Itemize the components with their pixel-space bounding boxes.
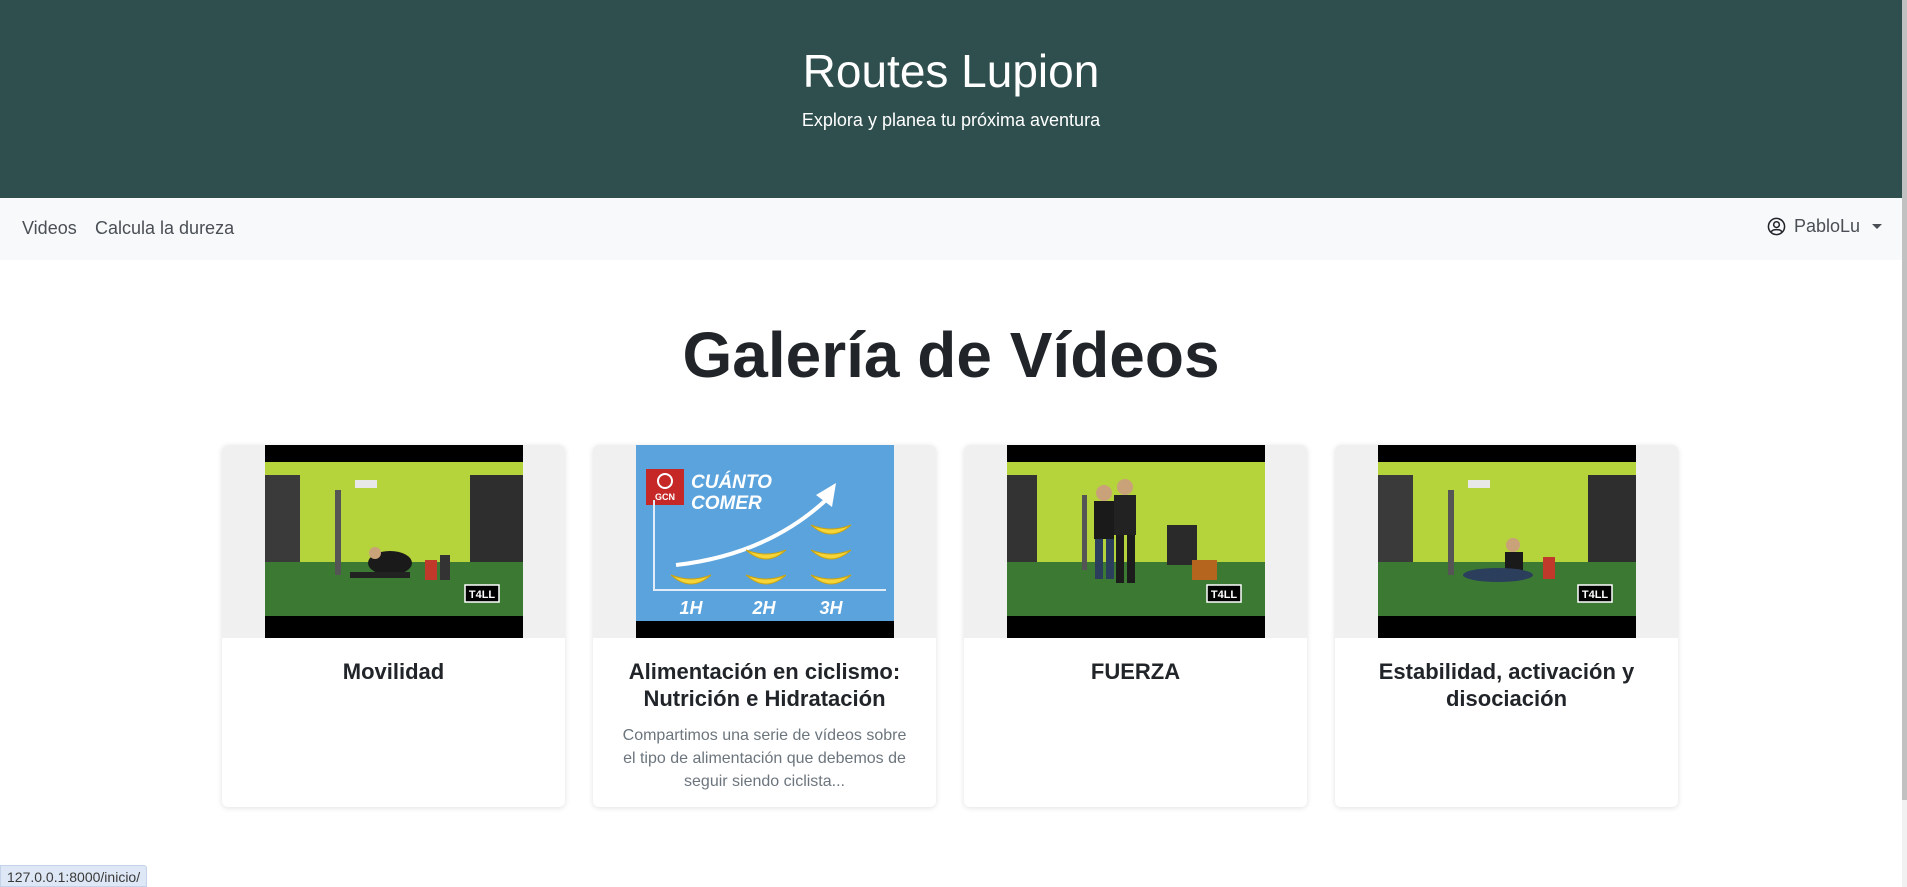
gym-stability-thumbnail: T4LL [1378,445,1636,638]
overlay-line1: CUÁNTO [691,471,772,493]
gallery-title: Galería de Vídeos [682,319,1220,391]
user-circle-icon [1767,217,1786,236]
card-title: Alimentación en ciclismo: Nutrición e Hi… [628,659,901,711]
card-title: FUERZA [1090,659,1181,684]
nav-link-calcula-dureza[interactable]: Calcula la dureza [95,218,234,239]
axis-label-1h: 1H [679,598,703,618]
thumbnail-badge: T4LL [1211,589,1238,601]
navbar: Videos Calcula la dureza PabloLu [0,198,1902,260]
video-thumbnail[interactable]: GCN CUÁNTO COMER 1H 2H 3H [636,445,894,638]
overlay-line2: COMER [691,493,762,514]
card-description: Compartimos una serie de vídeos sobre el… [622,727,907,790]
video-card-fuerza[interactable]: T4LL FUERZA [964,445,1307,807]
video-thumbnail[interactable]: T4LL [1378,445,1636,638]
video-card-estabilidad[interactable]: T4LL Estabilidad, activación y disociaci… [1335,445,1678,807]
video-thumbnail[interactable]: T4LL [1007,445,1265,638]
axis-label-3h: 3H [819,598,843,618]
hero-banner: Routes Lupion Explora y planea tu próxim… [0,0,1902,198]
thumbnail-container: T4LL [964,445,1307,638]
site-subtitle: Explora y planea tu próxima aventura [801,110,1101,130]
thumbnail-container: T4LL [1335,445,1678,638]
card-title: Estabilidad, activación y disociación [1378,659,1635,711]
site-title: Routes Lupion [802,45,1100,97]
scrollbar-thumb[interactable] [1902,0,1907,800]
status-bar-url: 127.0.0.1:8000/inicio/ [0,865,148,887]
page-scrollbar[interactable] [1902,0,1907,887]
chevron-down-icon [1872,224,1882,229]
axis-label-2h: 2H [751,598,776,618]
gym-mobility-thumbnail: T4LL [265,445,523,638]
thumbnail-container: T4LL [222,445,565,638]
gcn-logo: GCN [655,492,675,502]
thumbnail-badge: T4LL [1582,589,1609,601]
card-title: Movilidad [342,659,445,684]
video-thumbnail[interactable]: T4LL [265,445,523,638]
gym-strength-thumbnail: T4LL [1007,445,1265,638]
thumbnail-container: GCN CUÁNTO COMER 1H 2H 3H [593,445,936,638]
user-name: PabloLu [1793,216,1860,236]
video-card-movilidad[interactable]: T4LL Movilidad [222,445,565,807]
nav-link-videos[interactable]: Videos [22,218,77,239]
thumbnail-badge: T4LL [469,589,496,601]
user-dropdown[interactable]: PabloLu [1767,216,1882,237]
bananas-chart-thumbnail: GCN CUÁNTO COMER 1H 2H 3H [636,445,894,638]
video-card-alimentacion[interactable]: GCN CUÁNTO COMER 1H 2H 3H Alimentación e… [593,445,936,807]
